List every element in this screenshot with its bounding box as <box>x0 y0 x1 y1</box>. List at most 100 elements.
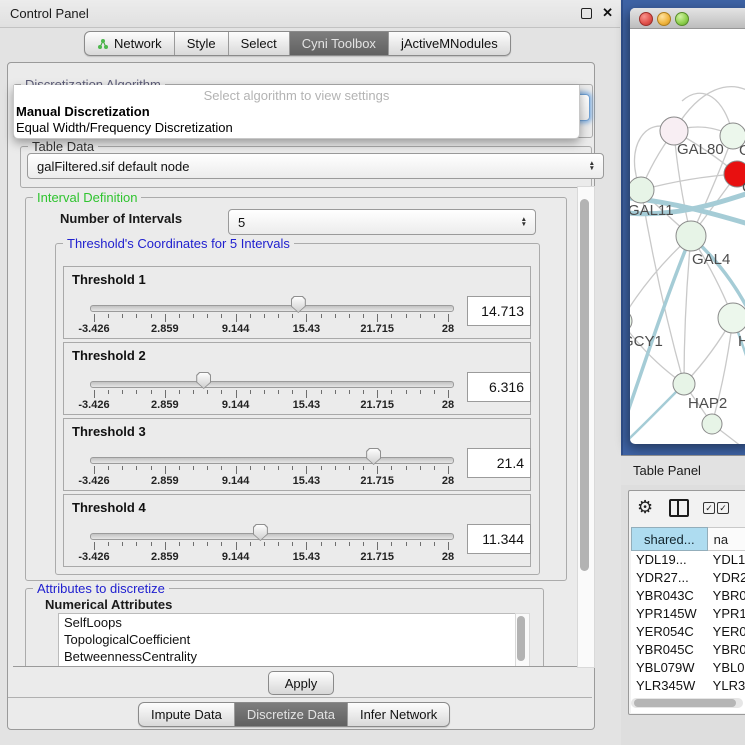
minimize-traffic-light-icon[interactable] <box>657 12 671 26</box>
node-label: H <box>738 333 745 350</box>
table-cell: YPR145W <box>631 605 708 623</box>
app-root: Control Panel ✕ NetworkStyleSelectCyni T… <box>0 0 745 745</box>
table-row[interactable]: YDR27...YDR2 <box>631 569 745 587</box>
combo-arrows-icon: ▲▼ <box>589 161 595 171</box>
checkbox-icon[interactable]: ✓ <box>703 502 715 514</box>
table-row[interactable]: YBR043CYBR0 <box>631 587 745 605</box>
network-canvas[interactable]: GAL80GACGAL11GAL4GCY1HHAP2 <box>630 29 745 444</box>
table-cell: YDL1 <box>708 551 745 569</box>
node-label: GCY1 <box>630 333 663 350</box>
network-node-h[interactable] <box>718 303 745 333</box>
network-graph: GAL80GACGAL11GAL4GCY1HHAP2 <box>630 29 745 444</box>
thresholds-group: Threshold's Coordinates for 5 Intervals … <box>55 243 540 575</box>
table-row[interactable]: YER054CYER0 <box>631 623 745 641</box>
attribute-item[interactable]: BetweennessCentrality <box>59 648 516 665</box>
network-window[interactable]: GAL80GACGAL11GAL4GCY1HHAP2 <box>630 8 745 444</box>
table-cell: YBR043C <box>631 587 708 605</box>
checkbox-icon[interactable]: ✓ <box>717 502 729 514</box>
top-tab-bar: NetworkStyleSelectCyni ToolboxjActiveMNo… <box>84 31 511 56</box>
split-columns-icon[interactable] <box>669 499 689 517</box>
tab-select[interactable]: Select <box>229 32 290 55</box>
tab-jactivemnodules[interactable]: jActiveMNodules <box>389 32 510 55</box>
network-icon <box>97 38 109 50</box>
settings-viewport: Interval Definition Number of Intervals … <box>13 186 577 667</box>
threshold-value-field[interactable]: 6.316 <box>467 372 531 402</box>
tab-label: Impute Data <box>151 707 222 722</box>
gear-icon[interactable]: ⚙ <box>637 497 653 518</box>
slider-ticks: -3.4262.8599.14415.4321.71528 <box>94 314 448 334</box>
tab-infer-network[interactable]: Infer Network <box>348 703 449 726</box>
table-header-row: shared...na <box>631 527 745 551</box>
table-row[interactable]: YDL19...YDL1 <box>631 551 745 569</box>
network-edge[interactable] <box>641 174 737 190</box>
table-data-value: galFiltered.sif default node <box>37 159 189 174</box>
close-icon[interactable]: ✕ <box>602 5 613 21</box>
tick-label: 2.859 <box>151 475 179 487</box>
table-data-combobox[interactable]: galFiltered.sif default node ▲▼ <box>27 153 604 179</box>
table-cell: YPR1 <box>708 605 745 623</box>
table-cell: YBR0 <box>708 641 745 659</box>
num-intervals-value: 5 <box>238 215 245 230</box>
threshold-label: Threshold 3 <box>72 424 146 439</box>
slider-track[interactable] <box>90 457 454 464</box>
tick-label: 9.144 <box>222 399 250 411</box>
table-cell: YER0 <box>708 623 745 641</box>
attribute-item[interactable]: SelfLoops <box>59 614 516 631</box>
network-node-gal4[interactable] <box>676 221 706 251</box>
table-row[interactable]: YBR045CYBR0 <box>631 641 745 659</box>
threshold-value-field[interactable]: 14.713 <box>467 296 531 326</box>
table-data-title: Table Data <box>28 139 98 154</box>
tab-cyni-toolbox[interactable]: Cyni Toolbox <box>290 32 389 55</box>
network-window-titlebar[interactable] <box>630 8 745 29</box>
network-edge[interactable] <box>684 236 691 384</box>
network-node-gal11[interactable] <box>630 177 654 203</box>
tick-label: 21.715 <box>360 399 394 411</box>
close-traffic-light-icon[interactable] <box>639 12 653 26</box>
tab-style[interactable]: Style <box>175 32 229 55</box>
tick-label: 15.43 <box>293 323 321 335</box>
column-header-2[interactable]: na <box>708 527 745 551</box>
tick-label: -3.426 <box>78 475 109 487</box>
column-header-1[interactable]: shared... <box>631 527 708 551</box>
slider-track[interactable] <box>90 533 454 540</box>
thresholds-group-title: Threshold's Coordinates for 5 Intervals <box>63 236 294 251</box>
slider-track[interactable] <box>90 305 454 312</box>
table-horizontal-scrollbar[interactable] <box>631 698 743 708</box>
node-label: GAL80 <box>677 141 724 158</box>
network-node-hap2[interactable] <box>673 373 695 395</box>
num-intervals-spinner[interactable]: 5 ▲▼ <box>228 209 536 235</box>
tick-label: 21.715 <box>360 323 394 335</box>
tick-label: 28 <box>442 475 454 487</box>
network-edge[interactable] <box>630 236 691 321</box>
network-node[interactable] <box>702 414 722 434</box>
node-table-panel: ⚙ ✓ ✓ shared...na YDL19...YDL1YDR27...YD… <box>628 490 745 715</box>
node-label: GAL11 <box>630 202 674 219</box>
tick-label: 28 <box>442 551 454 563</box>
settings-scrollbar-thumb[interactable] <box>580 199 589 571</box>
threshold-value-field[interactable]: 11.344 <box>467 524 531 554</box>
slider-track[interactable] <box>90 381 454 388</box>
algorithm-option-manual[interactable]: Manual Discretization <box>16 104 150 119</box>
apply-button[interactable]: Apply <box>268 671 334 695</box>
float-window-icon[interactable] <box>581 8 592 19</box>
tick-label: 15.43 <box>293 551 321 563</box>
tick-label: 21.715 <box>360 551 394 563</box>
zoom-traffic-light-icon[interactable] <box>675 12 689 26</box>
threshold-value-field[interactable]: 21.4 <box>467 448 531 478</box>
node-label: GA <box>739 142 745 159</box>
attribute-item[interactable]: TopologicalCoefficient <box>59 631 516 648</box>
tab-network[interactable]: Network <box>85 32 175 55</box>
network-node-gcy1[interactable] <box>630 310 632 332</box>
numerical-attributes-list[interactable]: SelfLoopsTopologicalCoefficientBetweenne… <box>58 613 517 667</box>
tab-discretize-data[interactable]: Discretize Data <box>235 703 348 726</box>
attributes-group-title: Attributes to discretize <box>33 581 169 596</box>
attributes-list-scrollbar[interactable] <box>515 613 530 667</box>
table-row[interactable]: YBL079WYBL0 <box>631 659 745 677</box>
table-row[interactable]: YLR345WYLR3 <box>631 677 745 695</box>
tab-impute-data[interactable]: Impute Data <box>139 703 235 726</box>
table-row[interactable]: YPR145WYPR1 <box>631 605 745 623</box>
bottom-tab-bar: Impute Data Discretize DataInfer Network <box>138 702 450 727</box>
network-edge[interactable] <box>630 384 684 444</box>
settings-scrollbar[interactable] <box>577 186 595 668</box>
algorithm-option-equal-width[interactable]: Equal Width/Frequency Discretization <box>16 120 233 135</box>
